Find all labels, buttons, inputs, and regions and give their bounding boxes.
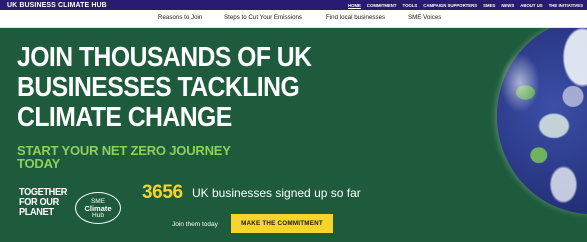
nav-the-initiatives[interactable]: THE INITIATIVES xyxy=(549,3,583,8)
cloud-highlight xyxy=(500,53,540,113)
signup-count: 3656 xyxy=(142,182,183,203)
top-navigation: HOME COMMITMENT TOOLS CAMPAIGN SUPPORTER… xyxy=(348,0,583,10)
logo-sme-line-3: Hub xyxy=(92,211,104,219)
subnav-reasons-to-join[interactable]: Reasons to Join xyxy=(158,14,202,21)
nav-home[interactable]: HOME xyxy=(348,3,361,8)
nav-smes[interactable]: SMES xyxy=(483,3,495,8)
subnav-steps-to-cut-emissions[interactable]: Steps to Cut Your Emissions xyxy=(224,14,302,21)
join-them-today-link[interactable]: Join them today xyxy=(172,221,218,228)
signup-count-text: UK businesses signed up so far xyxy=(192,186,361,200)
together-for-our-planet-logo: TOGETHER FOR OUR PLANET xyxy=(19,188,67,218)
nav-tools[interactable]: TOOLS xyxy=(403,3,418,8)
subheadline-line-2: TODAY xyxy=(17,156,61,171)
top-bar: UK BUSINESS CLIMATE HUB HOME COMMITMENT … xyxy=(0,0,587,10)
secondary-navigation: Reasons to Join Steps to Cut Your Emissi… xyxy=(0,10,587,28)
subnav-find-local-businesses[interactable]: Find local businesses xyxy=(326,14,385,21)
site-brand[interactable]: UK BUSINESS CLIMATE HUB xyxy=(7,2,107,9)
nav-commitment[interactable]: COMMITMENT xyxy=(367,3,397,8)
headline-line-3: CLIMATE CHANGE xyxy=(17,101,232,132)
hero-banner: JOIN THOUSANDS OF UK BUSINESSES TACKLING… xyxy=(0,28,587,242)
sme-climate-hub-logo: SME Climate Hub xyxy=(75,192,121,224)
headline-line-2: BUSINESSES TACKLING xyxy=(17,71,300,102)
logo-sme-line-2: Climate xyxy=(84,203,112,213)
hero-subheadline: START YOUR NET ZERO JOURNEY TODAY xyxy=(17,144,231,170)
nav-campaign-supporters[interactable]: CAMPAIGN SUPPORTERS xyxy=(423,3,477,8)
logo-together-line-3: PLANET xyxy=(19,207,54,218)
subnav-sme-voices[interactable]: SME Voices xyxy=(408,14,441,21)
nav-about-us[interactable]: ABOUT US xyxy=(520,3,542,8)
hero-headline: JOIN THOUSANDS OF UK BUSINESSES TACKLING… xyxy=(17,41,312,132)
nav-news[interactable]: NEWS xyxy=(501,3,514,8)
make-the-commitment-button[interactable]: MAKE THE COMMITMENT xyxy=(231,214,333,233)
headline-line-1: JOIN THOUSANDS OF UK xyxy=(17,41,312,72)
